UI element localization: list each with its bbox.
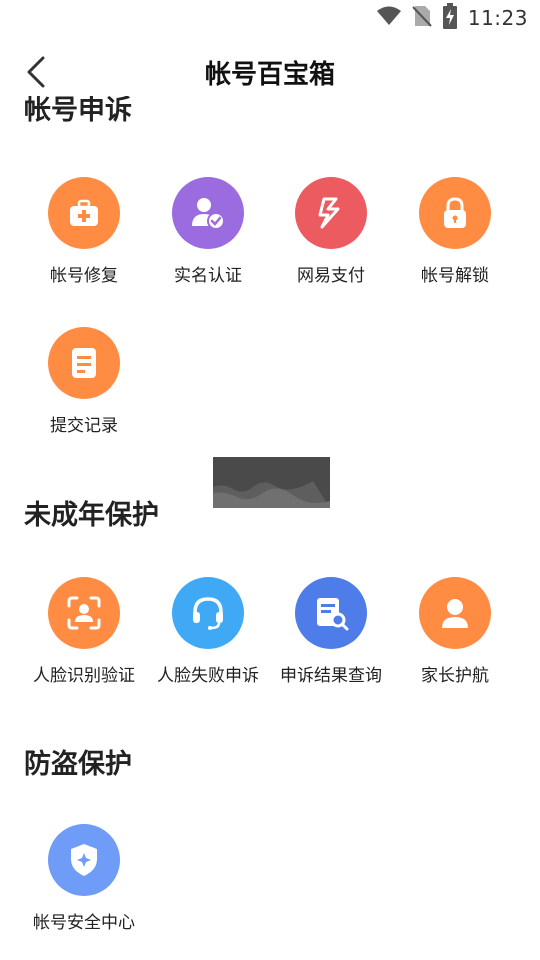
overlay-image	[213, 457, 330, 508]
battery-charging-icon	[442, 3, 458, 33]
real-name-auth-label: 实名认证	[174, 266, 242, 286]
netease-pay-icon	[295, 177, 367, 249]
face-fail-appeal-label: 人脸失败申诉	[157, 666, 259, 686]
account-repair-label: 帐号修复	[50, 266, 118, 286]
account-unlock-button[interactable]: 帐号解锁	[393, 177, 517, 286]
submission-records-label: 提交记录	[50, 416, 118, 436]
face-verify-label: 人脸识别验证	[33, 666, 135, 686]
document-icon	[48, 327, 120, 399]
status-bar: 11:23	[0, 0, 540, 36]
account-security-center-button[interactable]: 帐号安全中心	[22, 824, 146, 933]
appeal-result-query-label: 申诉结果查询	[280, 666, 382, 686]
parent-guard-button[interactable]: 家长护航	[393, 577, 517, 686]
section-title-account-appeal: 帐号申诉	[24, 96, 132, 126]
headset-icon	[172, 577, 244, 649]
shield-icon	[48, 824, 120, 896]
no-sim-icon	[412, 4, 432, 32]
first-aid-kit-icon	[48, 177, 120, 249]
status-time: 11:23	[467, 6, 528, 30]
search-document-icon	[295, 577, 367, 649]
netease-pay-label: 网易支付	[297, 266, 365, 286]
appeal-result-query-button[interactable]: 申诉结果查询	[269, 577, 393, 686]
section-title-anti-theft: 防盗保护	[24, 749, 132, 780]
netease-pay-button[interactable]: 网易支付	[269, 177, 393, 286]
face-verify-button[interactable]: 人脸识别验证	[22, 577, 146, 686]
face-fail-appeal-button[interactable]: 人脸失败申诉	[146, 577, 270, 686]
lock-icon	[419, 177, 491, 249]
user-verified-icon	[172, 177, 244, 249]
account-security-center-label: 帐号安全中心	[33, 913, 135, 933]
parent-user-icon	[419, 577, 491, 649]
account-unlock-label: 帐号解锁	[421, 266, 489, 286]
page-title: 帐号百宝箱	[204, 60, 335, 90]
section-title-minor-protection: 未成年保护	[24, 500, 159, 531]
parent-guard-label: 家长护航	[421, 666, 489, 686]
real-name-auth-button[interactable]: 实名认证	[146, 177, 270, 286]
face-scan-icon	[48, 577, 120, 649]
submission-records-button[interactable]: 提交记录	[22, 327, 146, 436]
account-repair-button[interactable]: 帐号修复	[22, 177, 146, 286]
wifi-icon	[376, 6, 402, 30]
